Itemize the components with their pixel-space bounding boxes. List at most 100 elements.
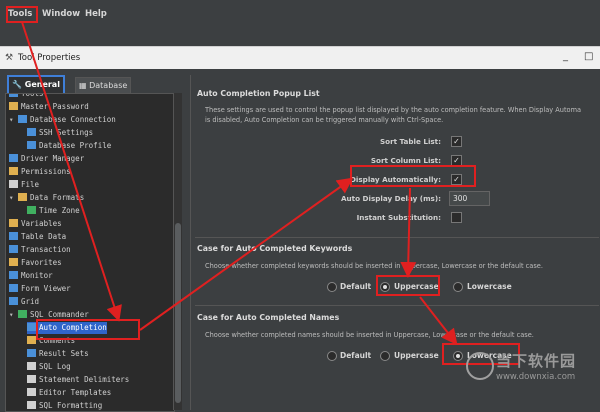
tree-item[interactable]: SQL Log (27, 361, 71, 373)
tree-item[interactable]: Database Profile (27, 140, 111, 152)
tree-item[interactable]: SQL Formatting (27, 400, 103, 411)
db-icon (18, 115, 28, 123)
names-description: Choose whether completed names should be… (205, 331, 534, 339)
keywords-description: Choose whether completed keywords should… (205, 262, 543, 270)
tree-item[interactable]: Transaction (9, 244, 71, 256)
maximize-button[interactable]: □ (584, 51, 593, 62)
tree-item[interactable]: Comments (27, 335, 75, 347)
tree-item[interactable]: Table Data (9, 231, 66, 243)
minimize-button[interactable]: _ (563, 51, 568, 62)
folder-icon (9, 94, 18, 97)
menu-tools[interactable]: Tools (8, 9, 32, 19)
general-tab-icon: 🔧 (12, 80, 25, 89)
db-icon (27, 141, 36, 149)
tree-item-label: Monitor (21, 271, 53, 280)
form-icon (9, 284, 18, 292)
monitor-icon (9, 271, 18, 279)
sort-column-label: Sort Column List: (370, 156, 441, 165)
database-tab-icon: ▦ (79, 81, 90, 90)
watermark-text: 当下软件园 (496, 352, 577, 370)
tree-item-label: Driver Manager (21, 154, 85, 163)
tree-item[interactable]: Favorites (9, 257, 62, 269)
tree-item-label: SQL Formatting (39, 401, 103, 410)
tree-item-label: Grid (21, 297, 40, 306)
tree-item-label: Variables (21, 219, 62, 228)
menu-window[interactable]: Window (42, 9, 80, 19)
tree-item-label: Editor Templates (39, 388, 112, 397)
auto-display-delay-input[interactable]: 300 (449, 191, 490, 206)
tx-icon (9, 245, 18, 253)
tab-general[interactable]: 🔧 General (7, 75, 65, 95)
watermark-logo-icon (466, 352, 494, 380)
tree-item[interactable]: Form Viewer (9, 283, 71, 295)
tree-item[interactable]: Statement Delimiters (27, 374, 129, 386)
tree-item[interactable]: Result Sets (27, 348, 89, 360)
scrollbar-thumb[interactable] (175, 223, 181, 403)
fmt-icon (18, 193, 28, 201)
tree-item[interactable]: Master Password (9, 101, 89, 113)
tree-item[interactable]: SSH Settings (27, 127, 93, 139)
tree-item[interactable]: Grid (9, 296, 39, 308)
table-icon (9, 232, 18, 240)
tab-database-label: Database (89, 81, 128, 90)
keywords-uppercase-label: Uppercase (394, 282, 439, 291)
tree-item-label: Transaction (21, 245, 71, 254)
tree-item[interactable]: ▾ SQL Commander (9, 309, 89, 321)
popup-section-title: Auto Completion Popup List (197, 89, 320, 98)
instant-substitution-checkbox[interactable] (451, 212, 462, 223)
tree-item[interactable]: Time Zone (27, 205, 80, 217)
keywords-default-radio[interactable] (327, 282, 337, 292)
tree-expand-icon[interactable]: ▾ (9, 115, 18, 124)
display-automatically-checkbox[interactable]: ✓ (451, 174, 462, 185)
key-icon (9, 167, 18, 175)
tree-item[interactable]: Auto Completion (27, 322, 107, 334)
popup-description-line-2: is disabled, Auto Completion can be trig… (205, 116, 444, 124)
var-icon (9, 219, 18, 227)
table-icon (27, 349, 36, 357)
keywords-default-label: Default (340, 282, 372, 291)
names-lowercase-radio[interactable] (453, 351, 463, 361)
tree-scrollbar[interactable] (173, 93, 182, 410)
file-icon (27, 375, 36, 383)
names-uppercase-radio[interactable] (380, 351, 390, 361)
tree-item[interactable]: File (9, 179, 39, 191)
tree-item-label: Tools (21, 93, 44, 98)
menu-help[interactable]: Help (85, 9, 107, 19)
dialog-title: Tool Properties (18, 53, 81, 63)
file-icon (27, 388, 36, 396)
tree-item-label: Database Connection (30, 115, 116, 124)
tree-item[interactable]: ▾ Database Connection (9, 114, 116, 126)
tree-item-label: Result Sets (39, 349, 89, 358)
tree-item-label: Master Password (21, 102, 89, 111)
tree-item-label: SQL Commander (30, 310, 89, 319)
sort-table-checkbox[interactable]: ✓ (451, 136, 462, 147)
watermark: 当下软件园 www.downxia.com (466, 350, 596, 400)
tree-item-label: Table Data (21, 232, 67, 241)
section-divider (195, 305, 599, 306)
tree-item[interactable]: Driver Manager (9, 153, 84, 165)
tree-item-label: Favorites (21, 258, 62, 267)
sort-column-checkbox[interactable]: ✓ (451, 155, 462, 166)
tree-item-label: Database Profile (39, 141, 112, 150)
ssh-icon (27, 128, 36, 136)
tool-properties-icon: ⚒ (5, 53, 14, 63)
names-default-radio[interactable] (327, 351, 337, 361)
tree-item[interactable]: Variables (9, 218, 62, 230)
key-icon (9, 102, 18, 110)
tree-expand-icon[interactable]: ▾ (9, 310, 18, 319)
tree-item[interactable]: Monitor (9, 270, 53, 282)
keywords-section-title: Case for Auto Completed Keywords (197, 244, 353, 253)
tree-item[interactable]: Editor Templates (27, 387, 111, 399)
names-uppercase-label: Uppercase (394, 351, 439, 360)
keywords-lowercase-radio[interactable] (453, 282, 463, 292)
tree-item[interactable]: ▾ Data Formats (9, 192, 84, 204)
keywords-uppercase-radio[interactable] (380, 282, 390, 292)
left-panel: 🔧 General ▦ Database Tools Master Passwor… (5, 75, 182, 412)
tree-item[interactable]: Permissions (9, 166, 71, 178)
tree-expand-icon[interactable]: ▾ (9, 193, 18, 202)
file-icon (9, 180, 18, 188)
auto-display-delay-label: Auto Display Delay (ms): (340, 194, 441, 203)
tree-item-label: Auto Completion (39, 323, 107, 332)
tree-item[interactable]: Tools (9, 93, 44, 100)
dialog-title-bar: ⚒ Tool Properties _ □ (0, 46, 600, 69)
